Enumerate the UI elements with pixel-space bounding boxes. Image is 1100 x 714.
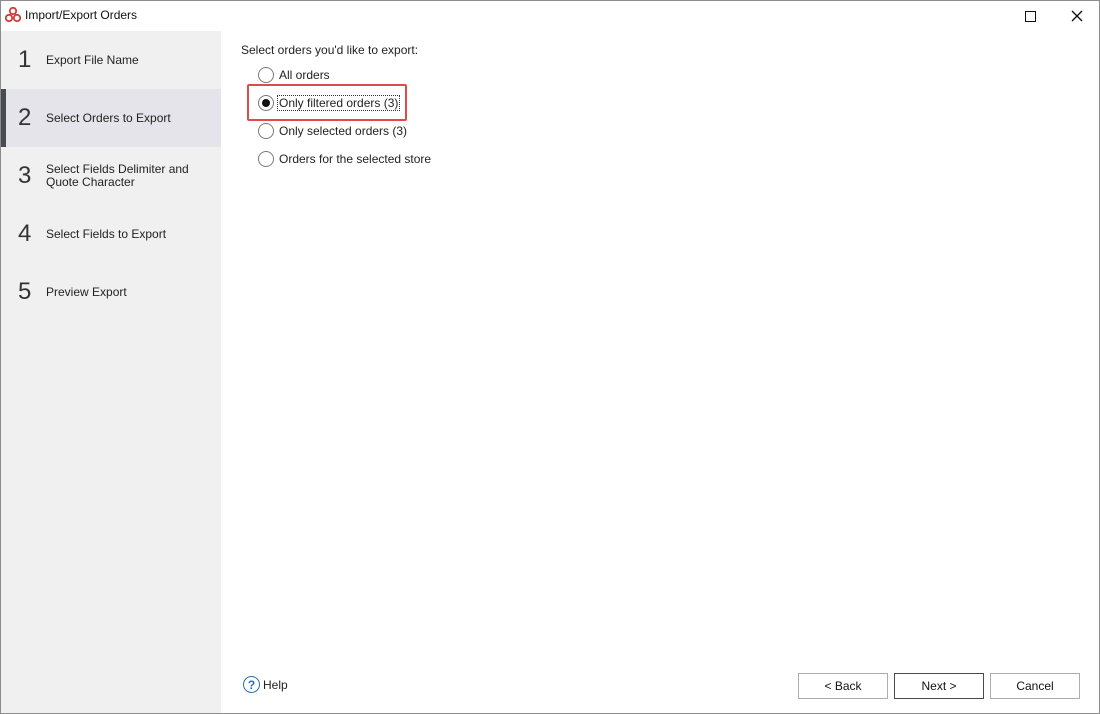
maximize-button[interactable] [1007, 1, 1053, 31]
step-export-file-name[interactable]: 1 Export File Name [1, 31, 221, 89]
radio-button[interactable] [258, 123, 274, 139]
close-icon [1071, 10, 1083, 22]
step-label: Export File Name [46, 52, 139, 67]
help-label: Help [263, 677, 288, 692]
step-number: 4 [18, 220, 32, 247]
help-icon: ? [243, 676, 260, 693]
radio-button[interactable] [258, 151, 274, 167]
radio-only-selected-orders[interactable]: Only selected orders (3) [258, 121, 408, 141]
step-label: Preview Export [46, 284, 127, 299]
next-button[interactable]: Next > [894, 673, 984, 699]
title-bar: Import/Export Orders [1, 1, 1099, 31]
help-link[interactable]: ? Help [243, 676, 288, 693]
export-prompt: Select orders you'd like to export: [241, 43, 419, 57]
step-select-orders[interactable]: 2 Select Orders to Export [1, 89, 221, 147]
import-export-dialog: Import/Export Orders 1 Export File Name … [0, 0, 1100, 714]
step-preview-export[interactable]: 5 Preview Export [1, 263, 221, 321]
active-step-indicator [1, 89, 6, 147]
step-number: 5 [18, 278, 32, 305]
cancel-button[interactable]: Cancel [990, 673, 1080, 699]
step-select-fields[interactable]: 4 Select Fields to Export [1, 205, 221, 263]
maximize-icon [1024, 10, 1036, 22]
radio-all-orders[interactable]: All orders [258, 65, 331, 85]
main-panel: Select orders you'd like to export: All … [221, 31, 1099, 713]
shipping-app-icon [5, 7, 21, 23]
step-label: Select Orders to Export [46, 110, 171, 125]
radio-button[interactable] [258, 67, 274, 83]
step-select-delimiter[interactable]: 3 Select Fields Delimiter and Quote Char… [1, 147, 221, 205]
radio-orders-selected-store[interactable]: Orders for the selected store [258, 149, 432, 169]
step-number: 3 [18, 162, 32, 189]
highlight-annotation-box [247, 84, 407, 121]
radio-label: Orders for the selected store [279, 152, 432, 166]
step-label: Select Fields Delimiter and Quote Charac… [46, 162, 189, 189]
back-button[interactable]: < Back [798, 673, 888, 699]
window-title: Import/Export Orders [25, 8, 138, 22]
radio-label: Only selected orders (3) [279, 124, 408, 138]
step-label: Select Fields to Export [46, 226, 167, 241]
step-number: 2 [18, 104, 32, 131]
close-button[interactable] [1054, 1, 1100, 31]
radio-label: All orders [279, 68, 330, 82]
step-number: 1 [18, 46, 32, 73]
wizard-steps-sidebar: 1 Export File Name 2 Select Orders to Ex… [1, 31, 221, 713]
